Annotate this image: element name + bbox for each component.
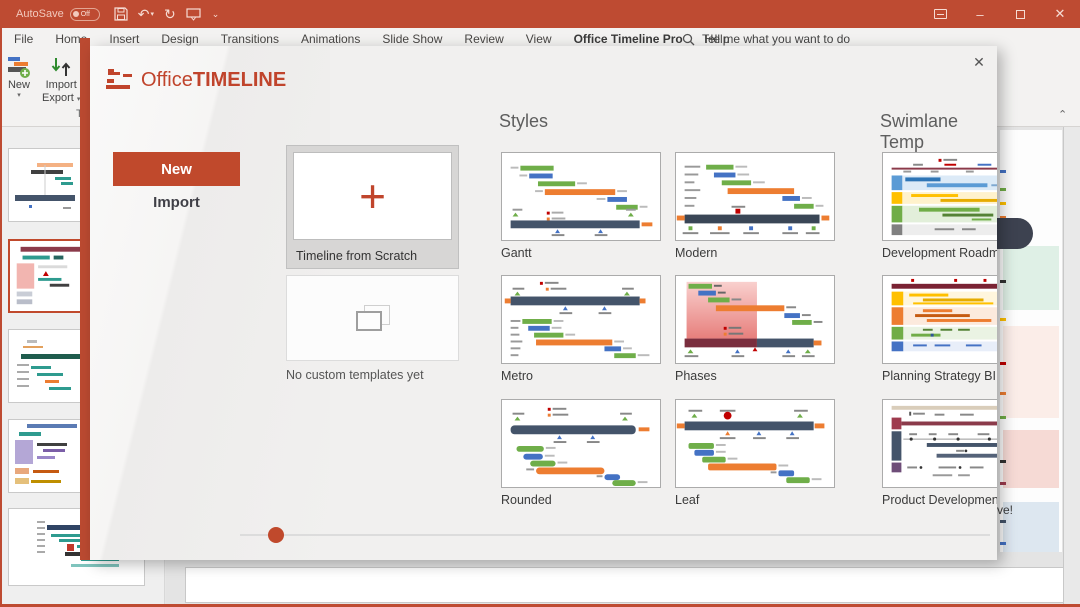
import-export-icon	[49, 55, 73, 79]
dialog-nav-import[interactable]: Import	[113, 194, 240, 211]
search-text: Tell me what you want to do	[702, 32, 850, 46]
tab-office-timeline-pro[interactable]: Office Timeline Pro	[574, 32, 683, 46]
logo-text: OfficeTIMELINE	[141, 70, 286, 90]
template-zoom-slider-track[interactable]	[240, 534, 990, 536]
tab-design[interactable]: Design	[161, 32, 198, 46]
swimlane-heading: Swimlane Temp	[880, 111, 997, 153]
swimlane-development-roadmap-thumbnail[interactable]	[882, 152, 997, 241]
minimize-button[interactable]: –	[960, 0, 1000, 28]
title-bar: AutoSave Off ↶ ▾ ↻ ⌄ – ✕	[0, 0, 1080, 28]
tab-insert[interactable]: Insert	[109, 32, 139, 46]
style-leaf-thumbnail[interactable]	[675, 399, 835, 488]
autosave-label: AutoSave	[16, 8, 64, 20]
ribbon-export-label: Export	[42, 92, 74, 104]
tab-transitions[interactable]: Transitions	[221, 32, 279, 46]
style-modern-label: Modern	[675, 246, 845, 260]
custom-card-canvas	[286, 275, 459, 361]
close-button[interactable]: ✕	[1040, 0, 1080, 28]
maximize-icon	[1016, 10, 1025, 19]
current-slide-canvas[interactable]	[185, 567, 1065, 603]
undo-button[interactable]: ↶ ▾	[138, 7, 154, 21]
customize-toolbar-button[interactable]: ⌄	[211, 10, 220, 19]
close-icon: ✕	[1055, 6, 1066, 22]
office-timeline-dialog: OfficeTIMELINE ✕ New Import + Timeline f…	[90, 46, 997, 560]
swimlane-product-development-thumbnail[interactable]	[882, 399, 997, 488]
tab-view[interactable]: View	[526, 32, 552, 46]
tab-slide-show[interactable]: Slide Show	[382, 32, 442, 46]
custom-card-label: No custom templates yet	[286, 368, 459, 382]
more-icon: ⌄	[212, 10, 220, 19]
new-timeline-icon	[6, 55, 32, 79]
swimlane-product-development-label: Product Development &	[882, 493, 997, 507]
window-border-left	[0, 28, 2, 607]
save-icon[interactable]	[114, 7, 128, 21]
undo-icon: ↶	[138, 7, 150, 21]
redo-button[interactable]: ↻	[164, 7, 176, 21]
autosave-pill[interactable]: Off	[70, 8, 100, 21]
ribbon-import-export-button[interactable]: Import Export ▾	[42, 52, 80, 104]
style-leaf-label: Leaf	[675, 493, 845, 507]
window-right-gutter	[1063, 127, 1080, 604]
style-rounded-label: Rounded	[501, 493, 671, 507]
search-icon	[682, 33, 695, 46]
style-gantt-label: Gantt	[501, 246, 671, 260]
autosave-state: Off	[81, 11, 90, 18]
new-caret-icon: ▾	[17, 92, 21, 100]
redo-icon: ↻	[164, 7, 176, 21]
scratch-card-label: Timeline from Scratch	[296, 249, 417, 263]
template-zoom-slider-handle[interactable]	[268, 527, 284, 543]
tab-review[interactable]: Review	[464, 32, 503, 46]
underlying-task-pane	[1000, 130, 1062, 552]
ribbon-import-label: Import	[46, 79, 77, 92]
ribbon-display-options-button[interactable]	[920, 0, 960, 28]
collapse-ribbon-icon[interactable]: ⌃	[1058, 108, 1067, 121]
styles-heading: Styles	[499, 111, 548, 132]
style-gantt-thumbnail[interactable]	[501, 152, 661, 241]
style-rounded-thumbnail[interactable]	[501, 399, 661, 488]
floating-pill-shape	[997, 218, 1033, 249]
red-accent-strip	[80, 38, 90, 560]
ribbon-new-button[interactable]: New ▾	[6, 52, 32, 104]
swimlane-planning-strategy-label: Planning Strategy BI Ro	[882, 369, 997, 383]
plus-icon: +	[359, 178, 386, 215]
dialog-close-button[interactable]: ✕	[966, 50, 992, 74]
office-timeline-logo-icon	[106, 66, 134, 90]
swimlane-development-roadmap-label: Development Roadmap	[882, 246, 997, 260]
autosave-toggle[interactable]: AutoSave Off	[16, 8, 100, 21]
quick-access-toolbar: ↶ ▾ ↻ ⌄	[114, 7, 220, 21]
maximize-button[interactable]	[1000, 0, 1040, 28]
window-controls: – ✕	[920, 0, 1080, 28]
style-modern-thumbnail[interactable]	[675, 152, 835, 241]
style-phases-label: Phases	[675, 369, 845, 383]
style-phases-thumbnail[interactable]	[675, 275, 835, 364]
ribbon-new-label: New	[8, 79, 30, 92]
clipped-text: ve!	[997, 503, 1013, 517]
start-presentation-button[interactable]	[186, 8, 201, 21]
minimize-icon: –	[976, 7, 983, 22]
timeline-from-scratch-card[interactable]: + Timeline from Scratch	[286, 145, 459, 269]
custom-templates-card[interactable]: No custom templates yet	[286, 275, 459, 389]
tab-file[interactable]: File	[14, 32, 33, 46]
dialog-nav-new[interactable]: New	[113, 152, 240, 186]
office-timeline-logo: OfficeTIMELINE	[106, 66, 286, 90]
style-metro-thumbnail[interactable]	[501, 275, 661, 364]
style-metro-label: Metro	[501, 369, 671, 383]
scratch-card-canvas: +	[293, 152, 452, 240]
tab-animations[interactable]: Animations	[301, 32, 360, 46]
dialog-close-icon: ✕	[973, 54, 985, 71]
templates-placeholder-icon	[356, 305, 390, 331]
ribbon-display-icon	[934, 9, 947, 19]
autosave-dot-icon	[73, 11, 79, 17]
undo-caret-icon: ▾	[150, 11, 154, 18]
swimlane-planning-strategy-thumbnail[interactable]	[882, 275, 997, 364]
